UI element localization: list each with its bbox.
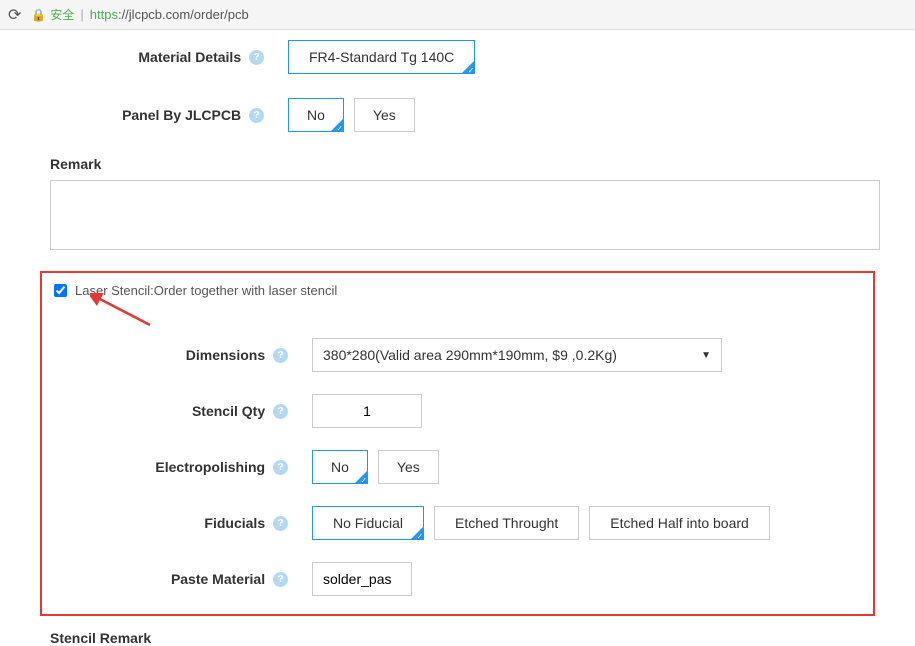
- controls-paste-material: [312, 562, 412, 596]
- label-text: Dimensions: [186, 347, 265, 363]
- option-fr4-standard[interactable]: FR4-Standard Tg 140C: [288, 40, 475, 74]
- controls-dimensions: 380*280(Valid area 290mm*190mm, $9 ,0.2K…: [312, 338, 722, 372]
- chevron-down-icon: ▼: [701, 350, 711, 361]
- secure-label: 安全: [50, 6, 74, 23]
- stencil-qty-input[interactable]: [312, 394, 422, 428]
- option-fiducial-none[interactable]: No Fiducial: [312, 506, 424, 540]
- option-electro-no[interactable]: No: [312, 450, 368, 484]
- row-stencil-qty: Stencil Qty ?: [54, 394, 861, 428]
- separator: |: [80, 7, 83, 22]
- lock-icon: 🔒: [31, 8, 46, 22]
- dimensions-select[interactable]: 380*280(Valid area 290mm*190mm, $9 ,0.2K…: [312, 338, 722, 372]
- option-fiducial-through[interactable]: Etched Throught: [434, 506, 579, 540]
- label-text: Stencil Qty: [192, 403, 265, 419]
- label-text: Material Details: [138, 49, 241, 65]
- controls-fiducials: No Fiducial Etched Throught Etched Half …: [312, 506, 770, 540]
- url-field[interactable]: https://jlcpcb.com/order/pcb: [90, 7, 249, 22]
- help-icon[interactable]: ?: [273, 348, 288, 363]
- label-paste-material: Paste Material ?: [54, 571, 294, 588]
- help-icon[interactable]: ?: [249, 50, 264, 65]
- url-path: ://jlcpcb.com/order/pcb: [118, 7, 249, 22]
- label-stencil-remark: Stencil Remark: [50, 630, 885, 646]
- row-material-details: Material Details ? FR4-Standard Tg 140C: [30, 40, 885, 74]
- label-text: Paste Material: [171, 571, 265, 587]
- paste-material-input[interactable]: [312, 562, 412, 596]
- dimensions-value: 380*280(Valid area 290mm*190mm, $9 ,0.2K…: [323, 347, 617, 363]
- controls-panel-by-jlcpcb: No Yes: [288, 98, 415, 132]
- row-fiducials: Fiducials ? No Fiducial Etched Throught …: [54, 506, 861, 540]
- help-icon[interactable]: ?: [249, 108, 264, 123]
- label-dimensions: Dimensions ?: [54, 347, 294, 364]
- laser-stencil-section: Laser Stencil:Order together with laser …: [40, 271, 875, 616]
- help-icon[interactable]: ?: [273, 460, 288, 475]
- url-scheme: https: [90, 7, 118, 22]
- label-remark: Remark: [50, 156, 885, 172]
- laser-stencil-checkbox[interactable]: [54, 284, 67, 297]
- order-form: Material Details ? FR4-Standard Tg 140C …: [0, 30, 915, 646]
- label-text: Electropolishing: [155, 459, 265, 475]
- controls-electropolishing: No Yes: [312, 450, 439, 484]
- option-electro-yes[interactable]: Yes: [378, 450, 439, 484]
- row-dimensions: Dimensions ? 380*280(Valid area 290mm*19…: [54, 338, 861, 372]
- row-paste-material: Paste Material ?: [54, 562, 861, 596]
- annotation-arrow-icon: [90, 293, 160, 333]
- label-text: Fiducials: [204, 515, 265, 531]
- row-electropolishing: Electropolishing ? No Yes: [54, 450, 861, 484]
- help-icon[interactable]: ?: [273, 516, 288, 531]
- option-fiducial-half[interactable]: Etched Half into board: [589, 506, 770, 540]
- help-icon[interactable]: ?: [273, 572, 288, 587]
- label-material-details: Material Details ?: [30, 49, 270, 66]
- row-panel-by-jlcpcb: Panel By JLCPCB ? No Yes: [30, 98, 885, 132]
- reload-icon[interactable]: ⟳: [8, 5, 21, 25]
- laser-stencil-title: Laser Stencil:Order together with laser …: [75, 283, 337, 298]
- label-stencil-qty: Stencil Qty ?: [54, 403, 294, 420]
- browser-address-bar: ⟳ 🔒 安全 | https://jlcpcb.com/order/pcb: [0, 0, 915, 30]
- option-panel-yes[interactable]: Yes: [354, 98, 415, 132]
- label-text: Panel By JLCPCB: [122, 107, 241, 123]
- stencil-header: Laser Stencil:Order together with laser …: [54, 283, 861, 298]
- controls-stencil-qty: [312, 394, 422, 428]
- label-fiducials: Fiducials ?: [54, 515, 294, 532]
- help-icon[interactable]: ?: [273, 404, 288, 419]
- label-electropolishing: Electropolishing ?: [54, 459, 294, 476]
- label-panel-by-jlcpcb: Panel By JLCPCB ?: [30, 107, 270, 124]
- option-panel-no[interactable]: No: [288, 98, 344, 132]
- controls-material-details: FR4-Standard Tg 140C: [288, 40, 475, 74]
- remark-textarea[interactable]: [50, 180, 880, 250]
